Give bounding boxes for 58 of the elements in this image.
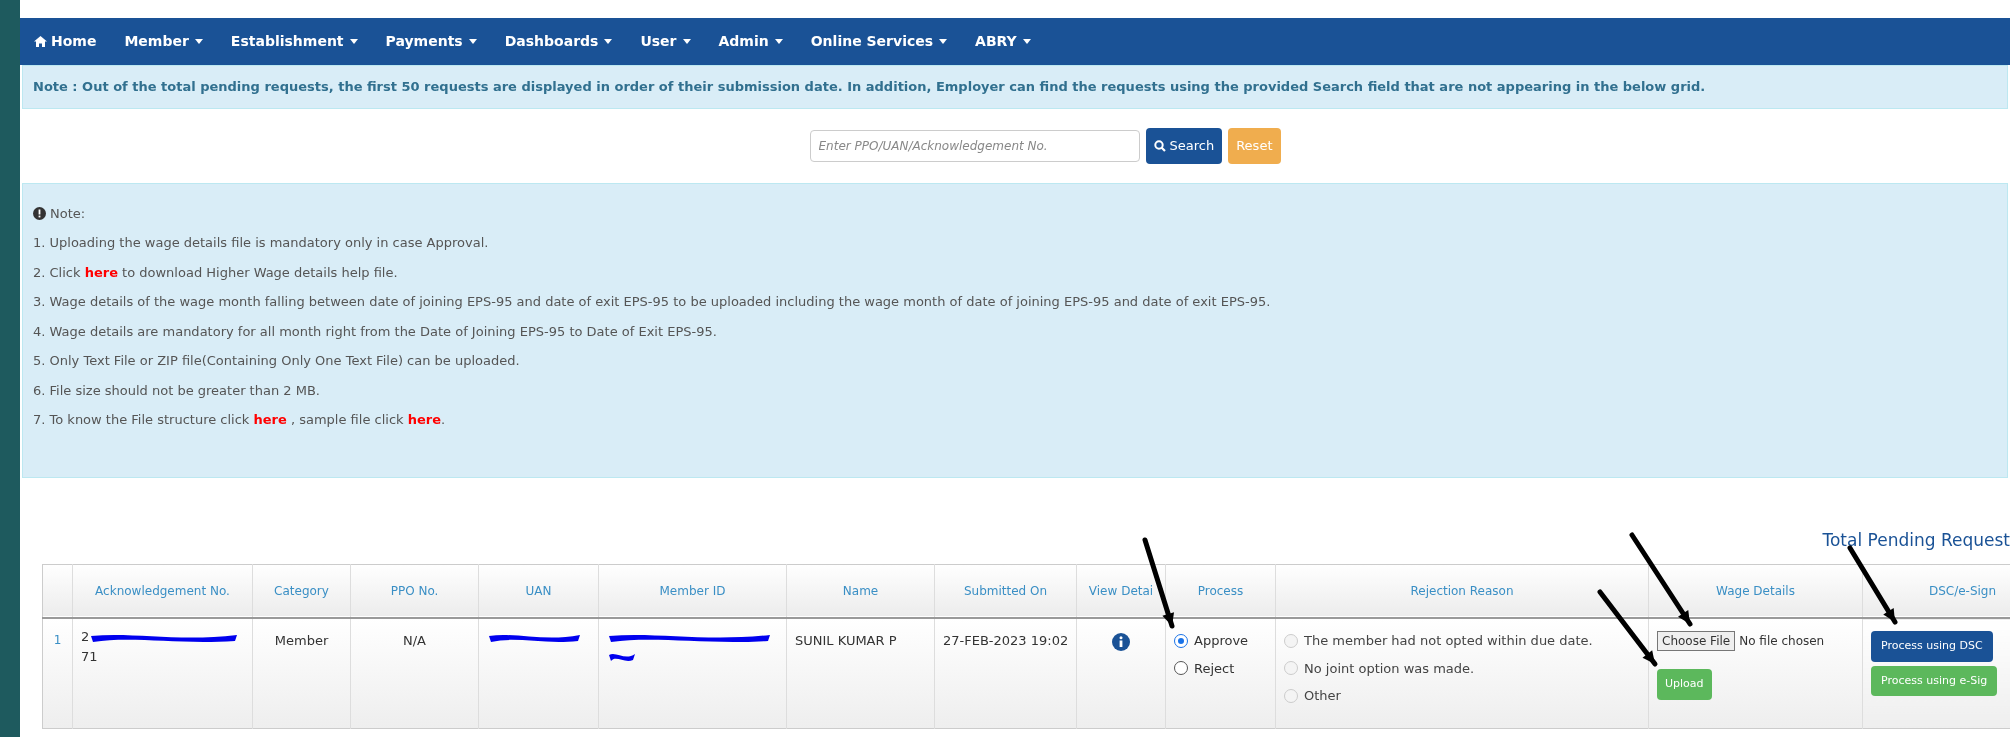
column-header: Acknowledgement No. [72,564,253,618]
nav-menu-item[interactable]: Establishment [216,31,372,52]
search-field[interactable]: Enter PPO/UAN/Acknowledgement No. [809,129,1140,162]
radio-label: Reject [1194,659,1235,678]
column-header: PPO No. [350,564,479,618]
note-item: 2. Click here to download Higher Wage details help file. [33,263,399,282]
radio-label: No joint option was made. [1304,659,1475,678]
caret-icon [939,39,948,44]
note-item: 5. Only Text File or ZIP file(Containing Only One Text File) can be uploaded. [33,352,521,370]
file-status: No file chosen [1739,633,1825,650]
caret-icon [604,39,613,44]
note-item: 7. To know the File structure click here , sample file click here. [33,411,447,429]
column-header: UAN [478,564,599,618]
nav-menu-item[interactable]: Online Services [796,31,962,52]
caret-icon [1022,39,1031,44]
table-cell: 2 [81,629,90,644]
caret-icon [682,39,691,44]
note-item: 3. Wage details of the wage month falling between date of joining EPS-95 and date of exit EPS-95 to be uploaded including the wage month of date of joining EPS-95 and date of exit EPS-95. [33,293,1272,311]
nav-menu-item[interactable]: Dashboards [490,31,627,52]
nav-menu-item[interactable]: Member [110,31,217,52]
column-header: Name [786,564,935,618]
nav-menu-item[interactable]: User [626,31,705,52]
exclamation-icon [33,206,46,220]
note-item: 4. Wage details are mandatory for all month right from the Date of Joining EPS-95 to Date of Exit EPS-95. [33,322,718,341]
nav-menu-item[interactable]: Admin [704,31,797,52]
radio-label: Other [1304,687,1341,705]
row-number: 1 [42,618,73,728]
caret-icon [774,39,783,44]
choose-file-button[interactable]: Choose File [1657,631,1736,651]
notes-title: Note: [50,204,86,223]
nav-menu-item[interactable]: ABRY [961,31,1045,52]
nav-menu-item[interactable]: Payments [371,31,491,52]
column-header: Rejection Reason [1275,564,1649,618]
nav-menu-item[interactable]: Home [20,31,111,52]
column-header: Category [252,564,351,618]
search-icon [1153,139,1166,152]
table-cell-text: 71 [81,647,99,666]
search-button[interactable]: Search [1145,127,1223,164]
home-icon [34,36,47,47]
radio-button[interactable] [1174,633,1188,648]
table-cell: Member [274,633,329,648]
caret-icon [349,39,358,44]
note-item: 6. File size should not be greater than 2 MB. [33,381,321,400]
radio-button[interactable] [1174,661,1188,676]
radio-label: Approve [1194,632,1249,650]
radio-label: The member had not opted within due date. [1304,632,1593,650]
column-header: Member ID [598,564,787,618]
column-header: Submitted On [934,564,1077,618]
table-cell: 27-FEB-2023 19:02 [943,633,1069,648]
info-banner: Note : Out of the total pending requests, the first 50 requests are displayed in order of their submission date. In addition, Employer can find the requests using the provided Search field that are not appearing in the below grid. [22,65,2008,109]
process-dsc-button[interactable]: Process using DSC [1871,631,1993,662]
table-cell: SUNIL KUMAR P [795,633,897,648]
caret-icon [468,39,477,44]
total-pending-label: Total Pending Request [1822,528,2010,552]
info-icon[interactable] [1112,632,1130,651]
table-cell: N/A [403,633,426,648]
caret-icon [194,39,203,44]
note-item: 1. Uploading the wage details file is mandatory only in case Approval. [33,234,490,252]
